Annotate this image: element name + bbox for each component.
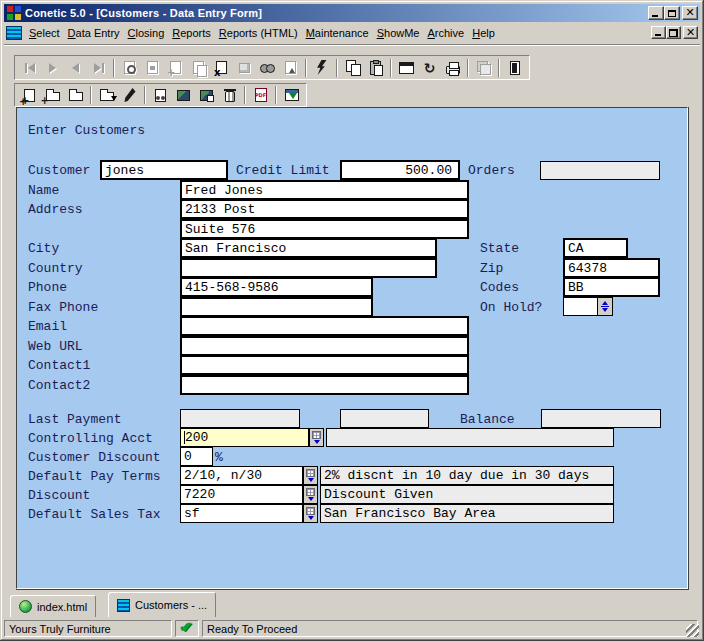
state-label: State (480, 242, 519, 255)
tab-bar: index.html Customers - ... (4, 591, 700, 618)
lookup-arrow-icon (308, 497, 314, 501)
status-bar: Yours Truly Furniture ✔ Ready To Proceed (4, 619, 700, 638)
lookup-grid-icon (312, 431, 321, 439)
check-icon: ✔ (181, 620, 194, 635)
contact1-field[interactable] (180, 355, 469, 375)
lookup-grid-icon (306, 488, 315, 496)
controlling-acct-label: Controlling Acct (28, 432, 153, 445)
contact2-field[interactable] (180, 375, 469, 395)
discount-field[interactable]: 7220 (180, 485, 303, 504)
discount-lookup-button[interactable] (303, 485, 318, 504)
address-field-2[interactable]: Suite 576 (180, 219, 469, 239)
balance-field (541, 409, 661, 428)
discount-desc-field: Discount Given (320, 485, 614, 504)
app-window: Conetic 5.0 - [Customers - Data Entry Fo… (0, 0, 704, 641)
controlling-acct-desc-field (326, 428, 614, 447)
last-payment-label: Last Payment (28, 413, 122, 426)
codes-label: Codes (480, 281, 519, 294)
tab-index-html[interactable]: index.html (10, 595, 96, 617)
state-field[interactable]: CA (563, 238, 628, 258)
city-label: City (28, 242, 59, 255)
customer-label: Customer (28, 164, 90, 177)
tab-customers[interactable]: Customers - ... (108, 592, 216, 617)
customer-discount-field[interactable]: 0 (180, 447, 213, 466)
orders-field (540, 161, 660, 180)
orders-label: Orders (468, 164, 515, 177)
status-company: Yours Truly Furniture (4, 620, 172, 637)
codes-field[interactable]: BB (563, 277, 660, 297)
tab-label: index.html (37, 601, 87, 613)
on-hold-label: On Hold? (480, 301, 542, 314)
status-message: Ready To Proceed (202, 620, 698, 637)
fax-phone-label: Fax Phone (28, 301, 98, 314)
form-icon (117, 599, 130, 612)
balance-label: Balance (460, 413, 515, 426)
discount-label: Discount (28, 489, 90, 502)
name-field[interactable]: Fred Jones (180, 180, 469, 200)
address-field-1[interactable]: 2133 Post (180, 199, 469, 219)
controlling-acct-lookup-button[interactable] (309, 428, 324, 447)
spin-bar (601, 306, 609, 307)
tab-label: Customers - ... (135, 599, 207, 611)
form-heading: Enter Customers (28, 124, 145, 137)
phone-label: Phone (28, 281, 67, 294)
name-label: Name (28, 184, 59, 197)
zip-label: Zip (480, 262, 503, 275)
web-url-label: Web URL (28, 340, 83, 353)
spin-down-icon (602, 308, 608, 312)
lookup-arrow-icon (308, 516, 314, 520)
credit-limit-field[interactable]: 500.00 (340, 160, 460, 180)
web-url-field[interactable] (180, 336, 469, 356)
default-pay-terms-label: Default Pay Terms (28, 470, 161, 483)
on-hold-field[interactable] (563, 297, 598, 316)
credit-limit-label: Credit Limit (236, 164, 330, 177)
lookup-grid-icon (306, 507, 315, 515)
last-payment-field-2 (340, 409, 429, 428)
lookup-grid-icon (306, 469, 315, 477)
customer-discount-label: Customer Discount (28, 451, 161, 464)
status-check-panel: ✔ (175, 620, 199, 637)
default-pay-terms-desc-field: 2% discnt in 10 day due in 30 days (320, 466, 614, 485)
last-payment-field-1 (180, 409, 300, 428)
country-label: Country (28, 262, 83, 275)
controlling-acct-field[interactable]: 200 (180, 428, 309, 447)
lookup-arrow-icon (308, 478, 314, 482)
default-pay-terms-field[interactable]: 2/10, n/30 (180, 466, 303, 485)
phone-field[interactable]: 415-568-9586 (180, 277, 373, 297)
browser-icon (19, 600, 32, 613)
default-sales-tax-lookup-button[interactable] (303, 504, 318, 523)
default-sales-tax-label: Default Sales Tax (28, 508, 161, 521)
form-layer: Enter Customers Customer jones Credit Li… (0, 0, 704, 641)
zip-field[interactable]: 64378 (563, 258, 660, 278)
address-label: Address (28, 203, 83, 216)
email-field[interactable] (180, 316, 469, 336)
default-pay-terms-lookup-button[interactable] (303, 466, 318, 485)
contact2-label: Contact2 (28, 379, 90, 392)
default-sales-tax-field[interactable]: sf (180, 504, 303, 523)
spin-up-icon (602, 301, 608, 305)
resize-grip[interactable] (686, 624, 699, 637)
fax-phone-field[interactable] (180, 297, 373, 317)
email-label: Email (28, 320, 67, 333)
on-hold-spinner[interactable] (597, 297, 613, 316)
city-field[interactable]: San Francisco (180, 238, 437, 258)
percent-label: % (215, 451, 223, 464)
customer-field[interactable]: jones (100, 160, 228, 180)
country-field[interactable] (180, 258, 437, 278)
default-sales-tax-desc-field: San Francisco Bay Area (320, 504, 614, 523)
lookup-arrow-icon (314, 440, 320, 444)
contact1-label: Contact1 (28, 359, 90, 372)
